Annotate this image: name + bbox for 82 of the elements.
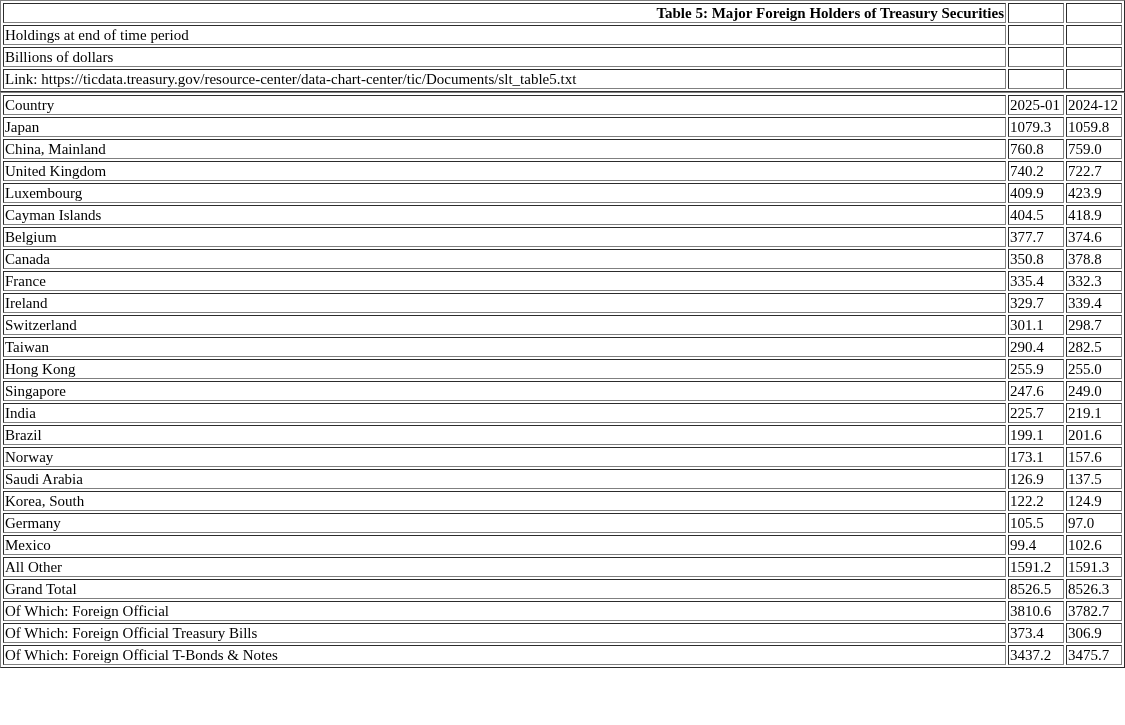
table-cell: Belgium (3, 227, 1006, 247)
table-cell: 3810.6 (1008, 601, 1064, 621)
table-cell: 126.9 (1008, 469, 1064, 489)
table-cell: 282.5 (1066, 337, 1122, 357)
table-cell: 350.8 (1008, 249, 1064, 269)
table-cell: 3437.2 (1008, 645, 1064, 665)
table-cell: 219.1 (1066, 403, 1122, 423)
table-cell: Grand Total (3, 579, 1006, 599)
table-cell: France (3, 271, 1006, 291)
table-cell: 409.9 (1008, 183, 1064, 203)
table-cell: Saudi Arabia (3, 469, 1006, 489)
table-cell: 1591.3 (1066, 557, 1122, 577)
table-cell: 418.9 (1066, 205, 1122, 225)
table-cell: Luxembourg (3, 183, 1006, 203)
table-cell: Of Which: Foreign Official (3, 601, 1006, 621)
table-note: Link: https://ticdata.treasury.gov/resource-center/data-chart-center/tic/Documents/slt_table5.txt (3, 69, 1006, 89)
table-cell: Norway (3, 447, 1006, 467)
table-cell: 137.5 (1066, 469, 1122, 489)
table-cell: 722.7 (1066, 161, 1122, 181)
table-cell: 374.6 (1066, 227, 1122, 247)
table-cell: 760.8 (1008, 139, 1064, 159)
table-cell: 373.4 (1008, 623, 1064, 643)
table-note: Holdings at end of time period (3, 25, 1006, 45)
table-cell: 335.4 (1008, 271, 1064, 291)
table-cell: 404.5 (1008, 205, 1064, 225)
table-cell: Japan (3, 117, 1006, 137)
table-cell: 173.1 (1008, 447, 1064, 467)
table-cell: 122.2 (1008, 491, 1064, 511)
table-cell: 249.0 (1066, 381, 1122, 401)
table-cell: 740.2 (1008, 161, 1064, 181)
table-cell: 378.8 (1066, 249, 1122, 269)
table-cell: Brazil (3, 425, 1006, 445)
table-cell: 105.5 (1008, 513, 1064, 533)
table-cell: 1059.8 (1066, 117, 1122, 137)
table-cell: Of Which: Foreign Official T-Bonds & Notes (3, 645, 1006, 665)
table-cell: Ireland (3, 293, 1006, 313)
table-cell: 97.0 (1066, 513, 1122, 533)
table-cell: 3782.7 (1066, 601, 1122, 621)
table-cell: Singapore (3, 381, 1006, 401)
table-cell: Of Which: Foreign Official Treasury Bills (3, 623, 1006, 643)
table-cell: Korea, South (3, 491, 1006, 511)
table-cell: 225.7 (1008, 403, 1064, 423)
table-cell: 255.9 (1008, 359, 1064, 379)
header-cell: 2024-12 (1066, 95, 1122, 115)
table-cell: 298.7 (1066, 315, 1122, 335)
table-cell: 301.1 (1008, 315, 1064, 335)
table-cell: 339.4 (1066, 293, 1122, 313)
table-title: Table 5: Major Foreign Holders of Treasury Securities (3, 3, 1006, 23)
table-cell: 8526.5 (1008, 579, 1064, 599)
table-cell: 201.6 (1066, 425, 1122, 445)
table-cell: 255.0 (1066, 359, 1122, 379)
table-cell: 306.9 (1066, 623, 1122, 643)
table-cell: Switzerland (3, 315, 1006, 335)
table-cell: 377.7 (1008, 227, 1064, 247)
header-cell: Country (3, 95, 1006, 115)
table-cell: India (3, 403, 1006, 423)
table-cell: 247.6 (1008, 381, 1064, 401)
header-cell: 2025-01 (1008, 95, 1064, 115)
table-cell: 332.3 (1066, 271, 1122, 291)
table-cell: Canada (3, 249, 1006, 269)
table-note: Billions of dollars (3, 47, 1006, 67)
table-cell: 124.9 (1066, 491, 1122, 511)
table-cell: Taiwan (3, 337, 1006, 357)
table-cell: Cayman Islands (3, 205, 1006, 225)
table-cell: Hong Kong (3, 359, 1006, 379)
table-cell: United Kingdom (3, 161, 1006, 181)
table-cell: 3475.7 (1066, 645, 1122, 665)
table-cell: 329.7 (1008, 293, 1064, 313)
table-cell: 8526.3 (1066, 579, 1122, 599)
table-cell: Mexico (3, 535, 1006, 555)
table-cell: 199.1 (1008, 425, 1064, 445)
table-cell: 99.4 (1008, 535, 1064, 555)
table-cell: 102.6 (1066, 535, 1122, 555)
table-cell: 1079.3 (1008, 117, 1064, 137)
table-cell: 290.4 (1008, 337, 1064, 357)
table-cell: China, Mainland (3, 139, 1006, 159)
table-cell: All Other (3, 557, 1006, 577)
table-cell: 423.9 (1066, 183, 1122, 203)
table-cell: Germany (3, 513, 1006, 533)
table-cell: 1591.2 (1008, 557, 1064, 577)
table-cell: 759.0 (1066, 139, 1122, 159)
table-cell: 157.6 (1066, 447, 1122, 467)
